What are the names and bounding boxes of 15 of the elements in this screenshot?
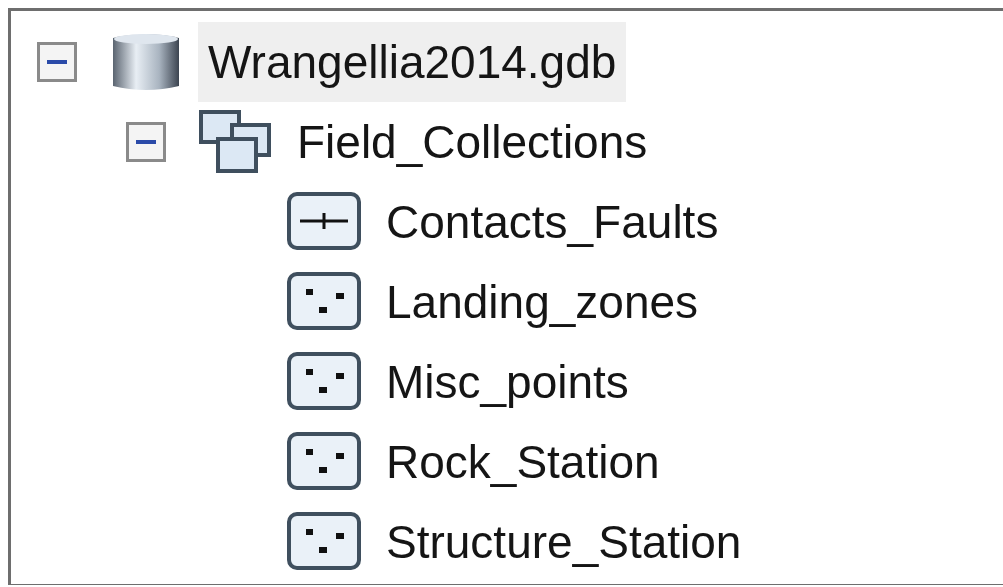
point-feature-icon: [286, 271, 362, 333]
tree-item-label[interactable]: Rock_Station: [376, 422, 670, 502]
layers-icon: [198, 109, 272, 175]
collapse-button[interactable]: [37, 42, 77, 82]
collapse-button[interactable]: [126, 122, 166, 162]
point-feature-icon: [286, 511, 362, 573]
point-feature-icon: [286, 351, 362, 413]
tree-item-label[interactable]: Structure_Station: [376, 502, 752, 582]
tree-item-label[interactable]: Contacts_Faults: [376, 182, 729, 262]
tree-item-label[interactable]: Landing_zones: [376, 262, 709, 342]
tree-item-label[interactable]: Misc_points: [376, 342, 639, 422]
line-feature-icon: [286, 191, 362, 253]
tree-item-label[interactable]: Field_Collections: [287, 102, 658, 182]
tree-item-label[interactable]: Wrangellia2014.gdb: [198, 22, 627, 102]
point-feature-icon: [286, 431, 362, 493]
